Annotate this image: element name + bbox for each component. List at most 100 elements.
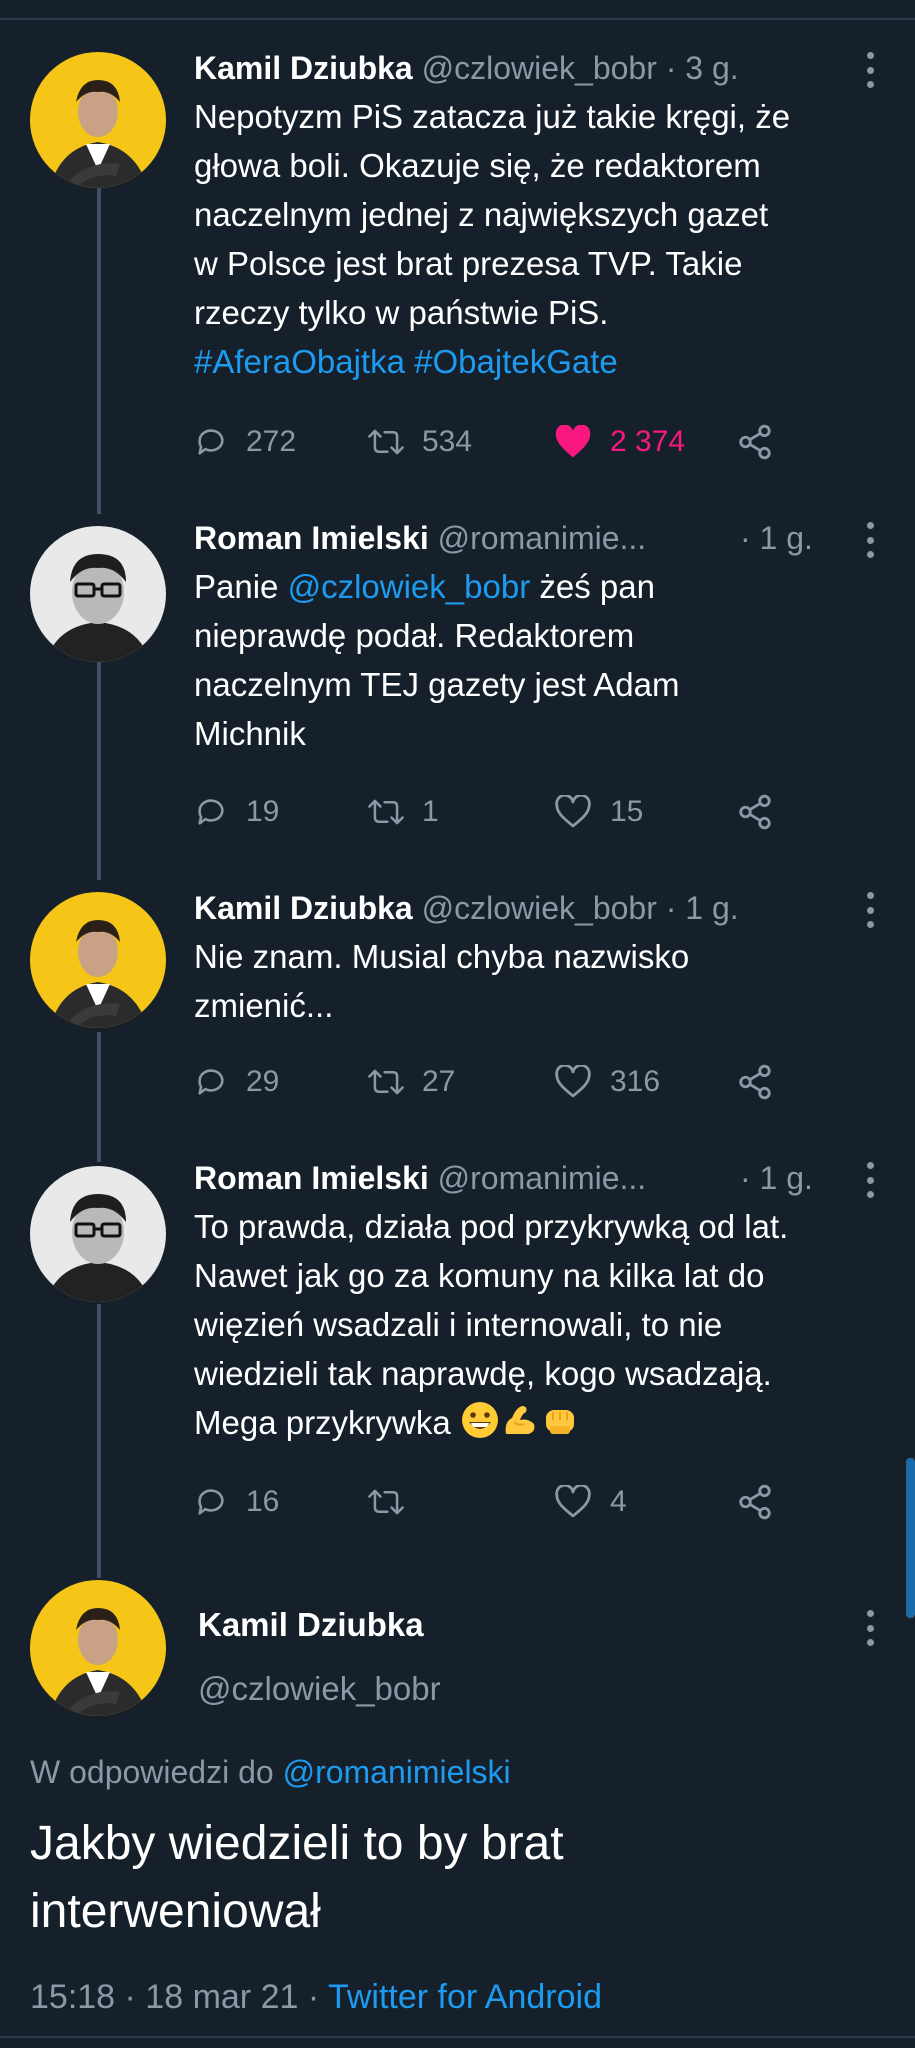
tweet-actions: 16 4 <box>194 1480 794 1524</box>
like-count: 4 <box>610 1485 627 1518</box>
flexed-biceps-emoji <box>500 1400 540 1453</box>
tweet-text: To prawda, działa pod przykrywką od lat.… <box>194 1202 875 1453</box>
tweet-text-line: nieprawdę podał. Redaktorem <box>194 617 635 654</box>
retweet-button[interactable]: 534 <box>368 420 472 464</box>
like-button[interactable]: 15 <box>554 790 643 834</box>
tweet-time: · 1 g. <box>740 1160 813 1196</box>
tweet-text: Jakby wiedzieli to by brat interweniował <box>30 1810 890 1946</box>
author-handle[interactable]: @czlowiek_bobr <box>422 890 657 926</box>
author-handle[interactable]: @czlowiek_bobr <box>198 1670 441 1708</box>
share-icon <box>739 1064 771 1100</box>
client-link[interactable]: Twitter for Android <box>328 1978 602 2016</box>
reply-button[interactable]: 19 <box>194 790 279 834</box>
tweet-actions: 272 534 2 374 <box>194 420 794 464</box>
like-count: 2 374 <box>610 425 686 458</box>
like-button[interactable]: 4 <box>554 1480 627 1524</box>
tweet-time: · 3 g. <box>665 50 739 86</box>
tweet-header: Roman Imielski @romanimie... · 1 g. <box>194 1158 875 1198</box>
reply-count: 16 <box>246 1485 280 1518</box>
retweet-count: 1 <box>422 795 439 828</box>
author-handle[interactable]: @romanimie... <box>438 520 647 556</box>
tweet-text-line: głowa boli. Okazuje się, że redaktorem <box>194 147 761 184</box>
author-name[interactable]: Roman Imielski <box>194 520 429 556</box>
tweet-text-line: więzień wsadzali i internowali, to nie <box>194 1306 723 1343</box>
retweet-icon <box>368 1069 404 1095</box>
author-name[interactable]: Kamil Dziubka <box>194 50 413 86</box>
fist-emoji <box>540 1400 580 1453</box>
retweet-icon <box>368 429 404 455</box>
tweet-actions: 29 27 316 <box>194 1060 794 1104</box>
thread-line <box>97 1304 101 1578</box>
reply-prefix: W odpowiedzi do <box>30 1754 283 1790</box>
tweet-text-line: wiedzieli tak naprawdę, kogo wsadzają. <box>194 1355 772 1392</box>
share-button[interactable] <box>736 790 774 834</box>
tweet-text-line: zmienić... <box>194 987 334 1024</box>
tweet-text-line: w Polsce jest brat prezesa TVP. Takie <box>194 245 743 282</box>
hashtags[interactable]: #AferaObajtka #ObajtekGate <box>194 337 875 386</box>
retweet-button[interactable] <box>368 1480 422 1524</box>
tweet-header: Kamil Dziubka @czlowiek_bobr · 1 g. <box>194 888 875 928</box>
like-button[interactable]: 2 374 <box>554 420 685 464</box>
reply-icon <box>198 799 224 825</box>
share-icon <box>739 1484 771 1520</box>
tweet-text: Nie znam. Musial chyba nazwisko zmienić.… <box>194 932 875 1030</box>
reply-button[interactable]: 29 <box>194 1060 279 1104</box>
tweet-actions: 19 1 15 <box>194 790 794 834</box>
mention-link[interactable]: @czlowiek_bobr <box>288 568 531 605</box>
more-options-icon[interactable] <box>865 522 875 558</box>
tweet-text-line: To prawda, działa pod przykrywką od lat. <box>194 1208 789 1245</box>
text-fragment: żeś pan <box>530 568 655 605</box>
heart-filled-icon <box>555 425 591 458</box>
author-name[interactable]: Roman Imielski <box>194 1160 429 1196</box>
share-icon <box>739 794 771 830</box>
more-options-icon[interactable] <box>865 892 875 928</box>
share-button[interactable] <box>736 420 774 464</box>
more-options-icon[interactable] <box>865 1610 875 1646</box>
reply-icon <box>198 429 224 455</box>
reply-context: W odpowiedzi do @romanimielski <box>30 1754 511 1791</box>
retweet-button[interactable]: 1 <box>368 790 439 834</box>
more-options-icon[interactable] <box>865 52 875 88</box>
like-count: 15 <box>610 795 644 828</box>
bottom-divider <box>0 2036 915 2038</box>
reply-icon <box>198 1069 224 1095</box>
text-fragment: Panie <box>194 568 288 605</box>
scrollbar[interactable] <box>906 1458 915 1618</box>
thread-line <box>97 1032 101 1162</box>
author-handle[interactable]: @romanimie... <box>438 1160 647 1196</box>
reply-button[interactable]: 272 <box>194 420 296 464</box>
avatar[interactable] <box>30 526 166 662</box>
avatar[interactable] <box>30 1166 166 1302</box>
like-button[interactable]: 316 <box>554 1060 660 1104</box>
like-count: 316 <box>610 1065 661 1098</box>
reply-button[interactable]: 16 <box>194 1480 279 1524</box>
tweet-text-line: Nie znam. Musial chyba nazwisko <box>194 938 690 975</box>
tweet-text-line: Nepotyzm PiS zatacza już takie kręgi, że <box>194 98 791 135</box>
tweet-header: Roman Imielski @romanimie... · 1 g. <box>194 518 875 558</box>
avatar[interactable] <box>30 892 166 1028</box>
retweet-icon <box>368 1489 404 1515</box>
top-divider <box>0 18 915 20</box>
reply-icon <box>198 1489 224 1515</box>
retweet-count: 534 <box>422 425 473 458</box>
tweet-meta: 15:18 · 18 mar 21 · Twitter for Android <box>30 1978 602 2017</box>
author-name[interactable]: Kamil Dziubka <box>198 1606 424 1644</box>
author-handle[interactable]: @czlowiek_bobr <box>422 50 657 86</box>
tweet-text-line: naczelnym TEJ gazety jest Adam <box>194 666 680 703</box>
retweet-button[interactable]: 27 <box>368 1060 455 1104</box>
share-button[interactable] <box>736 1480 774 1524</box>
author-name[interactable]: Kamil Dziubka <box>194 890 413 926</box>
tweet-text-line: naczelnym jednej z największych gazet <box>194 196 769 233</box>
avatar[interactable] <box>30 52 166 188</box>
tweet-text-line: Jakby wiedzieli to by brat <box>30 1817 564 1870</box>
mention-link[interactable]: @romanimielski <box>283 1754 511 1790</box>
more-options-icon[interactable] <box>865 1162 875 1198</box>
tweet-text: Panie @czlowiek_bobr żeś pan nieprawdę p… <box>194 562 875 758</box>
avatar[interactable] <box>30 1580 166 1716</box>
tweet-timestamp: 15:18 · 18 mar 21 · <box>30 1978 328 2016</box>
tweet-text-line: Mega przykrywka <box>194 1398 875 1453</box>
tweet-text-line: rzeczy tylko w państwie PiS. <box>194 294 609 331</box>
share-button[interactable] <box>736 1060 774 1104</box>
tweet-time: · 1 g. <box>740 520 813 556</box>
text-fragment: Mega przykrywka <box>194 1404 451 1441</box>
